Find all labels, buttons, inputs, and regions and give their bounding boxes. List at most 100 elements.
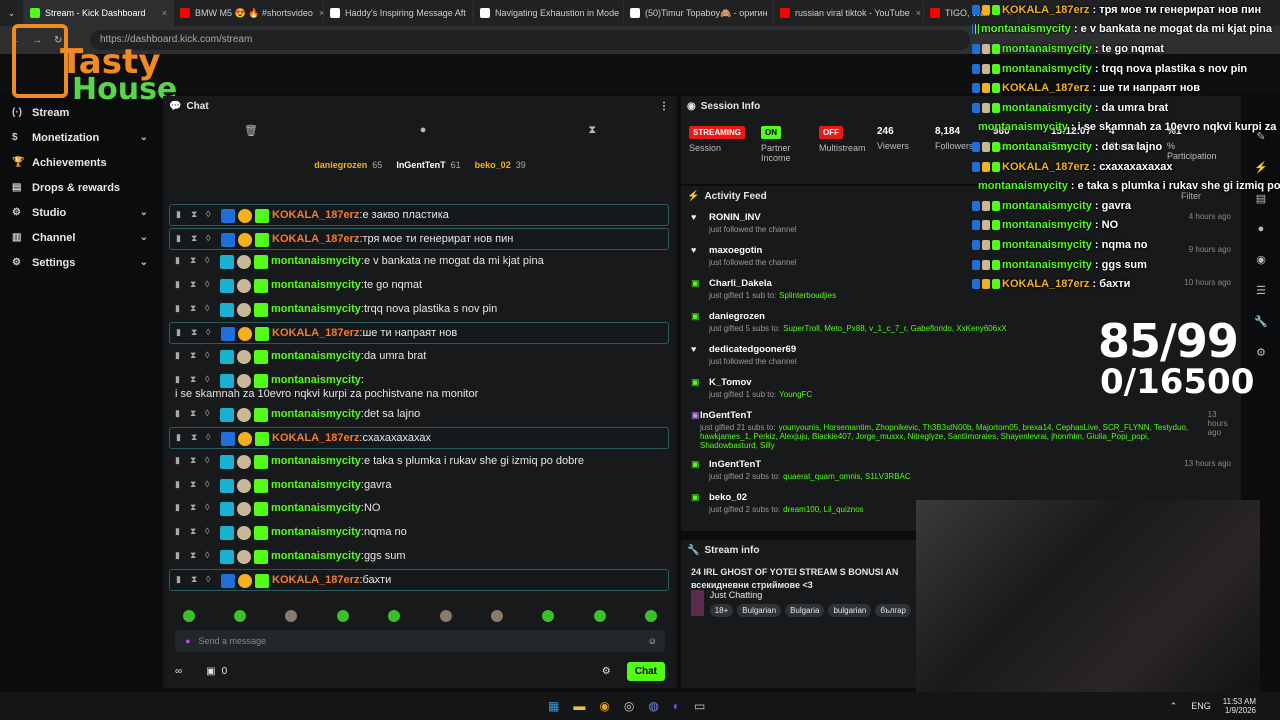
shield-icon[interactable]: ◊ [205,350,214,360]
discord-icon[interactable]: ◍ [648,699,658,713]
browser-tab[interactable]: (50)Timur Topaboy🙈 - оригин× [624,0,774,26]
chat-username[interactable]: montanaismycity [271,408,361,420]
settings-icon[interactable]: ⚙ [1256,346,1266,359]
shield-icon[interactable]: ◊ [205,255,214,265]
shield-icon[interactable]: ◊ [206,574,215,584]
hourglass-icon[interactable]: ⧗ [191,209,200,220]
hourglass-icon[interactable]: ⧗ [190,255,199,266]
close-tab-icon[interactable]: × [313,8,323,18]
shield-icon[interactable]: ◊ [206,209,215,219]
close-tab-icon[interactable]: × [466,8,473,18]
file-explorer-icon[interactable]: ▬ [573,699,585,713]
event-user[interactable]: K_Tomov [709,377,812,388]
close-tab-icon[interactable]: × [910,8,921,18]
shield-icon[interactable]: ◊ [205,526,214,536]
trash-icon[interactable]: ▮ [176,233,185,244]
hourglass-icon[interactable]: ⧗ [190,526,199,537]
tag[interactable]: българ [875,604,911,617]
url-field[interactable]: https://dashboard.kick.com/stream [90,30,970,50]
chat-message[interactable]: ▮ ⧗ ◊ montanaismycity: NO [169,498,669,520]
event-user[interactable]: dedicatedgooner69 [709,344,797,355]
browser-tab[interactable]: Haddy's Inspiring Message Aft× [324,0,474,26]
windows-start-icon[interactable]: ▦ [548,699,559,713]
obs-icon[interactable]: ◎ [624,699,634,713]
event-user[interactable]: beko_02 [709,492,864,503]
shield-icon[interactable]: ◊ [206,432,215,442]
event-user[interactable]: RONIN_INV [709,212,797,223]
trash-icon[interactable]: ▮ [176,327,185,338]
trash-icon[interactable]: ▮ [175,479,184,490]
hourglass-icon[interactable]: ⧗ [190,455,199,466]
trash-icon[interactable]: ▮ [176,432,185,443]
trash-icon[interactable]: ▮ [175,408,184,419]
hourglass-icon[interactable]: ⧗ [190,374,199,385]
multistream-off-toggle[interactable]: OFF [819,126,843,139]
browser-tab[interactable]: russian viral tiktok - YouTube × [774,0,924,26]
shield-icon[interactable]: ◊ [205,374,214,384]
chat-message[interactable]: ▮ ⧗ ◊ KOKALA_187erz: ше ти напраят нов [169,322,669,345]
browser-tab[interactable]: BMW M5 😍 🔥 #shortsvideo × [174,0,324,26]
emote-icon[interactable] [388,610,401,622]
event-user[interactable]: InGentTenT [700,410,1208,421]
chat-message[interactable]: ▮ ⧗ ◊ montanaismycity: i se skamnah za 10ev… [169,370,669,402]
hourglass-icon[interactable]: ⧗ [190,279,199,290]
chat-bubble-icon[interactable]: ● [420,124,427,136]
emote-icon[interactable] [439,610,452,622]
chat-username[interactable]: KOKALA_187erz [272,432,359,444]
chat-username[interactable]: montanaismycity [271,479,361,491]
emote-icon[interactable] [542,610,555,622]
sidebar-item-settings[interactable]: ⚙ Settings ⌄ [0,250,160,275]
shield-icon[interactable]: ◊ [205,479,214,489]
sidebar-item-studio[interactable]: ⚙ Studio ⌄ [0,200,160,225]
hourglass-icon[interactable]: ⧗ [190,350,199,361]
clock[interactable]: 11:53 AM 1/9/2026 [1223,697,1256,715]
shield-icon[interactable]: ◊ [205,279,214,289]
emote-icon[interactable] [285,610,298,622]
chat-message[interactable]: ▮ ⧗ ◊ KOKALA_187erz: е закво пластика [169,204,669,226]
chat-send-button[interactable]: Chat [626,661,665,681]
chat-username[interactable]: montanaismycity [271,526,361,538]
trash-icon[interactable]: ▮ [175,502,184,513]
hourglass-icon[interactable]: ⧗ [191,574,200,585]
tag[interactable]: Bulgarian [737,604,782,617]
chat-username[interactable]: montanaismycity [271,350,361,362]
chat-username[interactable]: KOKALA_187erz [272,233,359,245]
mic-icon[interactable]: ● [185,636,190,646]
chat-menu-icon[interactable]: ⋮ [659,101,669,112]
tag[interactable]: bulgarian [828,604,872,617]
twitch-icon[interactable]: ◐ [673,699,680,713]
trash-icon[interactable]: ▮ [175,374,184,385]
hourglass-icon[interactable]: ⧗ [190,479,199,490]
chat-message[interactable]: ▮ ⧗ ◊ montanaismycity: trqq nova plastika s… [169,299,669,321]
emote-icon[interactable] [182,610,195,622]
chrome-icon[interactable]: ◉ [599,699,609,713]
hourglass-icon[interactable]: ⧗ [191,233,200,244]
trash-icon[interactable]: ▮ [175,455,184,466]
chat-settings-icon[interactable]: ⚙ [602,666,611,677]
sidebar-item-monetization[interactable]: $ Monetization ⌄ [0,125,160,150]
shield-icon[interactable]: ◊ [205,502,214,512]
chat-message[interactable]: ▮ ⧗ ◊ montanaismycity: e v bankata ne mogat… [169,251,669,273]
tag[interactable]: 18+ [709,604,734,617]
hourglass-icon[interactable]: ⧗ [191,432,200,443]
chat-username[interactable]: montanaismycity [271,550,361,562]
hourglass-icon[interactable]: ⧗ [191,327,200,338]
chat-username[interactable]: montanaismycity [271,279,361,291]
event-user[interactable]: maxoegotin [709,245,797,256]
terminal-icon[interactable]: ▭ [694,699,705,713]
shield-icon[interactable]: ◊ [205,408,214,418]
trash-icon[interactable]: ▮ [175,303,184,314]
chat-message[interactable]: ▮ ⧗ ◊ KOKALA_187erz: бахти [169,569,669,592]
sidebar-item-drops-rewards[interactable]: ▤ Drops & rewards [0,175,160,200]
chat-message[interactable]: ▮ ⧗ ◊ montanaismycity: nqma no [169,522,669,544]
chat-input[interactable]: ● Send a message ☺ [175,630,665,652]
emoji-icon[interactable]: ☺ [648,636,657,646]
chat-message[interactable]: ▮ ⧗ ◊ montanaismycity: e taka s plumka i ru… [169,451,669,473]
trash-icon[interactable]: ▮ [175,350,184,361]
chat-username[interactable]: KOKALA_187erz [272,327,359,339]
hourglass-icon[interactable]: ⧗ [588,124,596,137]
trash-icon[interactable]: ▮ [175,279,184,290]
gift-icon[interactable]: ▣ [206,666,215,677]
chat-username[interactable]: montanaismycity [271,255,361,267]
trash-icon[interactable]: ▮ [175,255,184,266]
